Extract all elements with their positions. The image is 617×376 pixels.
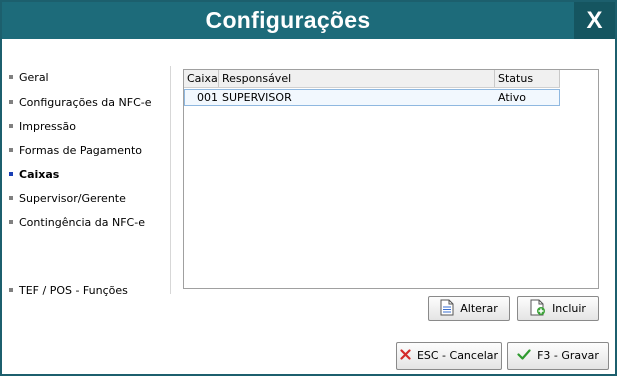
cell-status: Ativo [498,91,526,104]
window-title: Configurações [205,7,371,33]
sidebar-item-label: Formas de Pagamento [19,144,143,157]
configuracoes-window: Configurações X Geral Configurações da N… [0,0,617,376]
checkmark-icon [517,349,531,363]
alterar-label: Alterar [460,301,498,315]
grid-header: Caixa Responsável Status [184,70,560,88]
save-label: F3 - Gravar [537,349,599,362]
cell-caixa: 001 [197,91,218,104]
sidebar-item-contingencia-nfce[interactable]: Contingência da NFC-e [9,215,145,231]
bullet-icon [9,172,13,176]
sidebar-item-label: Contingência da NFC-e [19,216,145,229]
column-header-status[interactable]: Status [495,70,560,87]
save-button[interactable]: F3 - Gravar [507,342,609,370]
sidebar-item-impressao[interactable]: Impressão [9,119,76,135]
close-button[interactable]: X [574,2,615,39]
sidebar-item-label: Caixas [19,168,60,181]
cancel-label: ESC - Cancelar [416,349,499,362]
cancel-button[interactable]: ESC - Cancelar [396,342,502,370]
document-icon [440,299,454,319]
sidebar-item-formas-pagamento[interactable]: Formas de Pagamento [9,143,142,159]
caixas-grid[interactable]: Caixa Responsável Status 001 SUPERVISOR … [183,69,599,289]
bullet-icon [9,148,13,152]
sidebar-divider [170,66,171,294]
close-icon: X [586,7,603,34]
alterar-button[interactable]: Alterar [428,296,510,321]
document-add-icon [530,299,546,319]
sidebar-item-configuracoes-nfce[interactable]: Configurações da NFC-e [9,95,152,111]
sidebar-item-label: TEF / POS - Funções [19,284,128,297]
sidebar-item-caixas[interactable]: Caixas [9,167,59,183]
table-row[interactable]: 001 SUPERVISOR Ativo [184,89,560,106]
cancel-x-icon [400,349,411,363]
column-header-caixa[interactable]: Caixa [184,70,219,87]
bullet-icon [9,124,13,128]
sidebar-item-label: Geral [19,71,49,84]
bullet-icon [9,196,13,200]
sidebar-item-geral[interactable]: Geral [9,70,49,86]
sidebar-item-label: Impressão [19,120,76,133]
sidebar-item-label: Configurações da NFC-e [19,96,152,109]
column-header-responsavel[interactable]: Responsável [219,70,495,87]
bullet-icon [9,288,13,292]
bullet-icon [9,220,13,224]
incluir-button[interactable]: Incluir [517,296,599,321]
incluir-label: Incluir [552,301,586,315]
cell-responsavel: SUPERVISOR [222,91,292,104]
sidebar-item-supervisor-gerente[interactable]: Supervisor/Gerente [9,191,126,207]
sidebar-item-label: Supervisor/Gerente [19,192,126,205]
title-bar: Configurações X [2,2,615,39]
bullet-icon [9,75,13,79]
bullet-icon [9,100,13,104]
sidebar-item-tef-pos[interactable]: TEF / POS - Funções [9,283,128,299]
